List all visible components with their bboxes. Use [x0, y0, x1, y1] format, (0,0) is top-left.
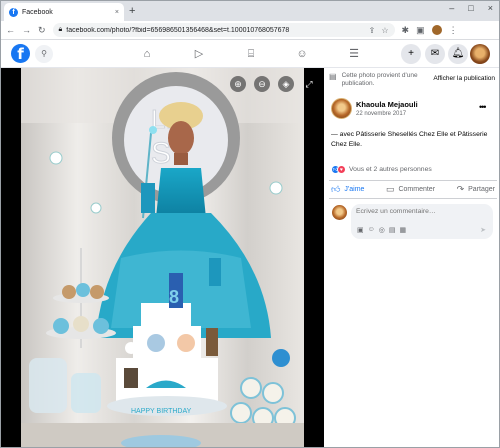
- home-icon[interactable]: ⌂: [139, 46, 155, 62]
- comment-label: Commenter: [398, 186, 436, 193]
- bookmark-star-icon[interactable]: ☆: [381, 26, 388, 35]
- svg-text:S: S: [151, 137, 171, 170]
- video-icon[interactable]: ▷: [191, 46, 207, 62]
- tag-icon[interactable]: ◈: [278, 76, 294, 92]
- comment-input[interactable]: [356, 208, 486, 215]
- share-button[interactable]: ↷ Partager: [457, 184, 495, 195]
- svg-text:HAPPY BIRTHDAY: HAPPY BIRTHDAY: [131, 408, 192, 415]
- groups-icon[interactable]: ☺: [294, 46, 310, 62]
- author-avatar[interactable]: [331, 98, 352, 119]
- back-icon[interactable]: ←: [6, 25, 15, 35]
- post-caption: — avec Pâtisserie Shesellés Chez Elle et…: [331, 131, 488, 148]
- zoom-in-icon[interactable]: ⊕: [230, 76, 246, 92]
- account-avatar[interactable]: [470, 44, 490, 64]
- send-icon[interactable]: ➤: [480, 226, 486, 234]
- reactions-summary[interactable]: 👍︎ ♥ Vous et 2 autres personnes: [331, 165, 432, 174]
- fullscreen-icon[interactable]: ⤢: [301, 76, 317, 92]
- menu-icon[interactable]: ☰: [346, 46, 362, 62]
- browser-menu-icon[interactable]: ⋮: [449, 25, 458, 36]
- post-panel: ▤ Cette photo provient d'une publication…: [324, 68, 499, 447]
- tab-close-icon[interactable]: ×: [115, 9, 119, 16]
- tab-title: Facebook: [22, 8, 53, 16]
- comment-tools: ▣ ☺ ◎ ▤ ▦: [357, 226, 406, 234]
- reactions-text: Vous et 2 autres personnes: [349, 166, 432, 173]
- thumbs-up-icon: 👍︎: [331, 184, 341, 194]
- avatar-sticker-icon[interactable]: ▦: [400, 226, 407, 234]
- reload-icon[interactable]: ↻: [38, 25, 46, 36]
- photo-viewer[interactable]: LIN S: [1, 68, 324, 447]
- love-reaction-icon: ♥: [337, 165, 346, 174]
- search-icon[interactable]: ⚲: [35, 45, 53, 63]
- extensions-icon[interactable]: ✱: [402, 25, 410, 36]
- svg-text:8: 8: [169, 287, 179, 307]
- info-text: Cette photo provient d'une publication.: [341, 72, 418, 87]
- address-bar[interactable]: 🔒︎ facebook.com/photo/?fbid=656986501356…: [52, 23, 395, 37]
- maximize-icon[interactable]: □: [468, 3, 473, 13]
- browser-window: f Facebook × + – □ × ← → ↻ 🔒︎ facebook.c…: [0, 0, 500, 448]
- camera-icon[interactable]: ◎: [379, 226, 385, 234]
- post-source-info: ▤ Cette photo provient d'une publication…: [329, 72, 495, 88]
- close-window-icon[interactable]: ×: [488, 3, 493, 13]
- author-name[interactable]: Khaoula Mejaouli: [356, 100, 418, 109]
- commenter-avatar[interactable]: [332, 205, 347, 220]
- zoom-out-icon[interactable]: ⊖: [254, 76, 270, 92]
- like-button[interactable]: 👍︎ J'aime: [331, 184, 364, 195]
- post-actions: 👍︎ J'aime ▭ Commenter ↷ Partager: [329, 180, 497, 199]
- browser-toolbar: ← → ↻ 🔒︎ facebook.com/photo/?fbid=656986…: [1, 21, 499, 40]
- facebook-header: f ⚲ ⌂ ▷ ⌸ ☺ ☰ + ✉ 🔔︎: [1, 41, 499, 68]
- tab-facebook[interactable]: f Facebook ×: [4, 3, 124, 21]
- plus-icon[interactable]: +: [401, 44, 421, 64]
- messenger-icon[interactable]: ✉: [425, 44, 445, 64]
- sidepanel-icon[interactable]: ▣: [416, 25, 425, 36]
- post-date[interactable]: 22 novembre 2017: [356, 111, 406, 117]
- new-tab-button[interactable]: +: [129, 4, 135, 18]
- comment-icon: ▭: [385, 184, 395, 194]
- comment-box[interactable]: ▣ ☺ ◎ ▤ ▦ ➤: [351, 204, 493, 239]
- window-controls: – □ ×: [449, 3, 493, 13]
- share-label: Partager: [468, 186, 495, 193]
- minimize-icon[interactable]: –: [449, 3, 454, 13]
- facebook-favicon-icon: f: [9, 7, 18, 17]
- more-options-icon[interactable]: •••: [479, 102, 487, 112]
- profile-avatar-icon[interactable]: [431, 25, 442, 35]
- comment-button[interactable]: ▭ Commenter: [386, 184, 435, 195]
- lock-icon: 🔒︎: [58, 26, 63, 33]
- notifications-icon[interactable]: 🔔︎: [448, 44, 468, 64]
- birthday-photo: LIN S: [1, 68, 324, 447]
- gif-icon[interactable]: ▤: [389, 226, 396, 234]
- emoji-icon[interactable]: ☺: [368, 226, 375, 234]
- view-post-button[interactable]: Afficher la publication: [433, 75, 495, 82]
- info-icon: ▤: [329, 72, 337, 81]
- facebook-logo-icon[interactable]: f: [11, 44, 30, 63]
- share-icon: ↷: [456, 184, 465, 194]
- marketplace-icon[interactable]: ⌸: [243, 46, 259, 62]
- url-text: facebook.com/photo/?fbid=656986501356468…: [66, 26, 290, 34]
- sticker-icon[interactable]: ▣: [357, 226, 364, 234]
- tab-strip: f Facebook × + – □ ×: [1, 1, 499, 21]
- like-label: J'aime: [344, 186, 365, 193]
- forward-icon[interactable]: →: [22, 25, 31, 35]
- share-page-icon[interactable]: ⇪: [369, 26, 376, 35]
